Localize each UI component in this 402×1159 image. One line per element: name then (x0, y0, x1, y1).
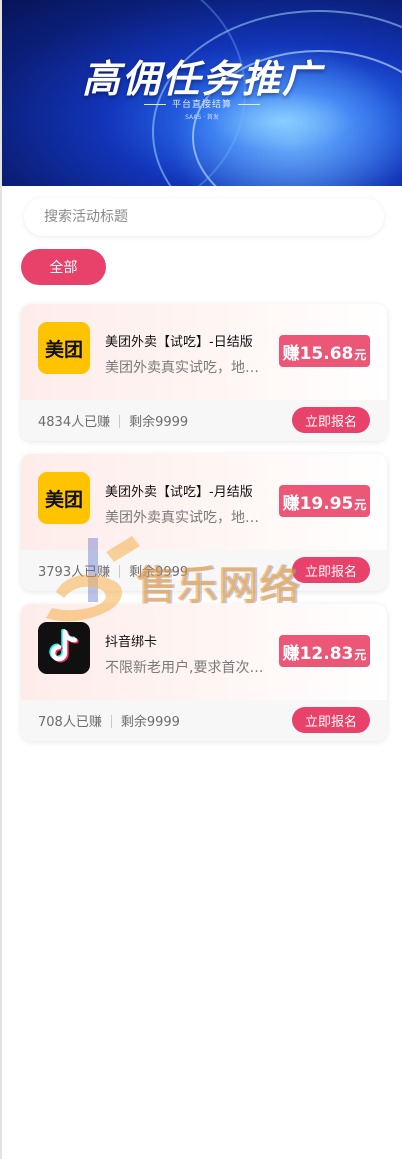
douyin-note-icon (49, 629, 79, 663)
divider (119, 415, 121, 428)
reward-amount: 12.83 (299, 644, 354, 664)
earned-count: 4834人已赚 (38, 415, 111, 430)
reward-amount: 15.68 (299, 344, 354, 364)
banner-title: 高佣任务推广 (81, 57, 322, 101)
divider (110, 715, 112, 728)
task-description: 不限新老用户,要求首次绑卡 (105, 660, 270, 676)
task-stats: 4834人已赚 剩余9999 (38, 411, 188, 430)
reward-prefix: 赚 (282, 344, 300, 364)
remaining-count: 剩余9999 (129, 565, 189, 580)
remaining-count: 剩余9999 (129, 415, 189, 430)
task-title: 美团外卖【试吃】-月结版 (105, 485, 253, 500)
reward-unit: 元 (354, 498, 367, 512)
signup-button[interactable]: 立即报名 (292, 557, 370, 583)
signup-button[interactable]: 立即报名 (292, 407, 370, 433)
earned-count: 708人已赚 (38, 715, 102, 730)
reward-badge: 赚 12.83 元 (279, 635, 370, 667)
task-card[interactable]: 美团 美团外卖【试吃】-月结版 美团外卖真实试吃，地区不限 赚 19.95 元 37… (21, 454, 387, 591)
search-input[interactable] (42, 208, 366, 226)
task-stats: 708人已赚 剩余9999 (38, 711, 180, 730)
reward-unit: 元 (354, 648, 367, 662)
douyin-logo-icon (38, 622, 90, 674)
task-stats: 3793人已赚 剩余9999 (38, 561, 188, 580)
reward-prefix: 赚 (282, 494, 300, 514)
task-card[interactable]: 抖音绑卡 不限新老用户,要求首次绑卡 赚 12.83 元 708人已赚 剩余9999 … (21, 604, 387, 741)
task-description: 美团外卖真实试吃，地区不限 (105, 510, 270, 526)
promo-banner[interactable]: 高佣任务推广 平台直接结算 SAAS · 首发 (2, 0, 402, 186)
reward-amount: 19.95 (299, 494, 354, 514)
task-title: 抖音绑卡 (105, 635, 158, 650)
reward-prefix: 赚 (282, 644, 300, 664)
reward-badge: 赚 19.95 元 (279, 485, 370, 517)
banner-subtitle: 平台直接结算 (2, 97, 402, 110)
filter-chip-all[interactable]: 全部 (21, 249, 106, 285)
task-title: 美团外卖【试吃】-日结版 (105, 335, 253, 350)
remaining-count: 剩余9999 (120, 715, 180, 730)
meituan-logo-icon: 美团 (38, 472, 90, 524)
signup-button[interactable]: 立即报名 (292, 707, 370, 733)
reward-unit: 元 (354, 348, 367, 362)
banner-tagline: SAAS · 首发 (185, 114, 219, 121)
search-bar[interactable] (24, 198, 384, 236)
reward-badge: 赚 15.68 元 (279, 335, 370, 367)
earned-count: 3793人已赚 (38, 565, 111, 580)
task-card[interactable]: 美团 美团外卖【试吃】-日结版 美团外卖真实试吃，地区不限 赚 15.68 元 48… (21, 304, 387, 441)
task-description: 美团外卖真实试吃，地区不限 (105, 360, 270, 376)
divider (119, 565, 121, 578)
meituan-logo-icon: 美团 (38, 322, 90, 374)
